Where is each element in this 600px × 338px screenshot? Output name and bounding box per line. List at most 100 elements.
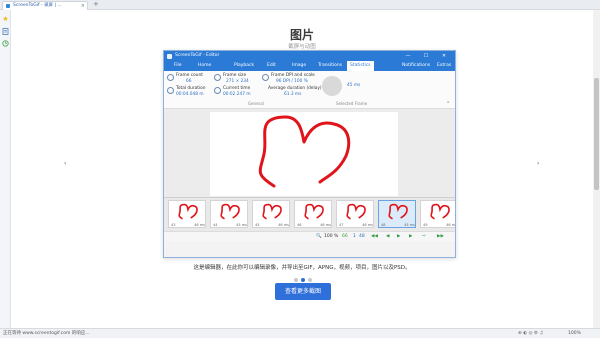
browser-tab[interactable]: ScreenToGif - 录屏 | ... × <box>2 1 88 10</box>
frame-index: 45 <box>255 223 260 227</box>
current-time-icon <box>214 87 221 94</box>
editor-bottom-area <box>164 241 455 257</box>
frame-index: 48 <box>381 223 386 227</box>
frame-count-icon <box>167 74 174 81</box>
more-screenshots-button[interactable]: 查看更多截图 <box>275 283 331 300</box>
editor-status-bar: 🔍 100 % 66 1 48 ◀◀ ◀ ▶ ▶ ⇨ ▶▶ <box>164 231 455 241</box>
frame-label: 46 46 ms <box>295 223 333 227</box>
frame-index: 47 <box>339 223 344 227</box>
frame-thumbnail: 46 46 ms <box>294 200 332 228</box>
total-duration-value: 00:04.048 m <box>176 92 204 97</box>
frame-count-value: 66 <box>186 79 192 84</box>
frame-thumbnail: 49 46 ms <box>420 200 456 228</box>
editor-frame-strip: 43 46 ms 44 45 ms 45 46 ms 46 46 ms 47 46 ms 48 45 … <box>164 197 456 231</box>
frame-thumbnail: 47 46 ms <box>336 200 374 228</box>
collapse-ribbon-icon: ⌃ <box>446 101 451 107</box>
carousel-dot-3[interactable] <box>308 278 312 282</box>
frame-delay: 46 ms <box>194 223 205 227</box>
editor-canvas <box>210 112 398 196</box>
frame-size-label: Frame size <box>223 73 247 78</box>
frame-label: 45 46 ms <box>253 223 291 227</box>
frame-size-value: 271 × 234 <box>226 79 249 84</box>
editor-window-title: ScreenToGif - Editor <box>175 53 220 58</box>
editor-tab-statistics: Statistics <box>347 61 374 71</box>
page-subtitle: 截屏与动图 <box>288 44 316 50</box>
frame-delay: 46 ms <box>446 223 456 227</box>
star-icon[interactable]: ★ <box>2 16 9 23</box>
editor-tab-file: File <box>174 63 182 68</box>
frame-index: 49 <box>423 223 428 227</box>
avg-duration-value: 61.3 ms <box>284 92 302 97</box>
frame-heart-icon <box>178 203 198 220</box>
carousel-prev-arrow-icon[interactable]: ‹ <box>64 160 66 167</box>
page-icon[interactable] <box>2 28 9 35</box>
close-window-icon: ✕ <box>441 53 447 59</box>
total-duration-icon <box>167 87 174 94</box>
red-heart-drawing <box>258 115 351 188</box>
frame-index: 44 <box>213 223 218 227</box>
editor-tab-notifications: Notifications <box>402 63 431 68</box>
page-title: 图片 <box>289 28 314 42</box>
current-time-value: 00:02.247 m <box>223 92 251 97</box>
close-tab-icon[interactable]: × <box>81 2 85 10</box>
frame-dpi-label: Frame DPI and scale <box>271 73 315 78</box>
frame-thumbnail: 48 45 ms <box>378 200 416 228</box>
status-icons: ⊕ ◐ ◎ ⚙ ♫ <box>518 331 544 336</box>
frame-label: 49 46 ms <box>421 223 456 227</box>
frame-thumbnail: 43 46 ms <box>168 200 206 228</box>
current-time-label: Current time <box>223 86 251 91</box>
frame-delay: 46 ms <box>320 223 331 227</box>
carousel-dot-2[interactable] <box>301 278 305 282</box>
frame-index: 46 <box>297 223 302 227</box>
avg-duration-label: Average duration (delay) <box>268 86 322 91</box>
editor-tab-extras: Extras <box>437 63 452 68</box>
frame-dpi-value: 96 DPI / 100 % <box>276 79 308 84</box>
browser-sidebar: ★ <box>0 10 11 328</box>
status-text: 正在等待 www.screentogif.com 的响应... <box>3 331 90 336</box>
editor-tab-home: Home <box>198 63 212 68</box>
scrollbar-thumb[interactable] <box>594 78 599 190</box>
screenshot-caption: 这是编辑器，在此你可以编辑录像，并导出至GIF，APNG，视频，项目，图片以及P… <box>193 265 411 271</box>
frame-heart-icon <box>220 203 240 220</box>
frame-heart-icon <box>262 203 282 220</box>
frame-delay: 46 ms <box>362 223 373 227</box>
editor-canvas-area <box>164 109 455 197</box>
carousel-dot-1[interactable] <box>294 278 298 282</box>
frame-heart-icon <box>346 203 366 220</box>
ribbon-group-general: General <box>248 101 264 106</box>
frame-delay: 46 ms <box>278 223 289 227</box>
frame-label: 44 45 ms <box>211 223 249 227</box>
app-logo-icon <box>167 54 172 59</box>
browser-tab-bar: ScreenToGif - 录屏 | ... × + <box>0 0 600 10</box>
history-icon[interactable] <box>2 40 9 47</box>
new-tab-button[interactable]: + <box>93 0 99 9</box>
frame-heart-icon <box>430 203 450 220</box>
frame-dpi-icon <box>262 74 269 81</box>
page-content: 图片 截屏与动图 ‹ › ScreenToGif - Editor — ☐ ✕ … <box>11 10 593 328</box>
total-duration-label: Total duration <box>176 86 206 91</box>
selected-frame-indicator <box>322 76 342 96</box>
site-favicon-icon <box>6 4 10 8</box>
browser-zoom-value: 100% <box>568 331 581 336</box>
frame-delay: 45 ms <box>404 223 415 227</box>
frame-label: 43 46 ms <box>169 223 207 227</box>
editor-tab-image: Image <box>292 63 307 68</box>
frame-count-label: Frame count <box>176 73 203 78</box>
editor-statistics-ribbon: Frame count 66 Total duration 00:04.048 … <box>164 71 455 109</box>
frame-heart-icon <box>388 203 408 220</box>
carousel-next-arrow-icon[interactable]: › <box>537 160 539 167</box>
frame-thumbnail: 45 46 ms <box>252 200 290 228</box>
editor-tab-transitions: Transitions <box>318 63 343 68</box>
frame-heart-icon <box>304 203 324 220</box>
frame-size-icon <box>214 74 221 81</box>
frame-thumbnail: 44 45 ms <box>210 200 248 228</box>
frame-label: 48 45 ms <box>379 223 417 227</box>
ribbon-group-selected-frame: Selected Frame <box>336 101 368 106</box>
maximize-icon: ☐ <box>423 53 429 59</box>
minimize-icon: — <box>405 53 411 59</box>
editor-ribbon-tabs: File Home Playback Edit Image Transition… <box>164 61 455 71</box>
browser-status-bar: 正在等待 www.screentogif.com 的响应... ⊕ ◐ ◎ ⚙ … <box>0 328 600 338</box>
frame-delay: 45 ms <box>236 223 247 227</box>
browser-tab-title: ScreenToGif - 录屏 | ... <box>13 3 62 8</box>
page-scrollbar[interactable] <box>593 10 600 328</box>
